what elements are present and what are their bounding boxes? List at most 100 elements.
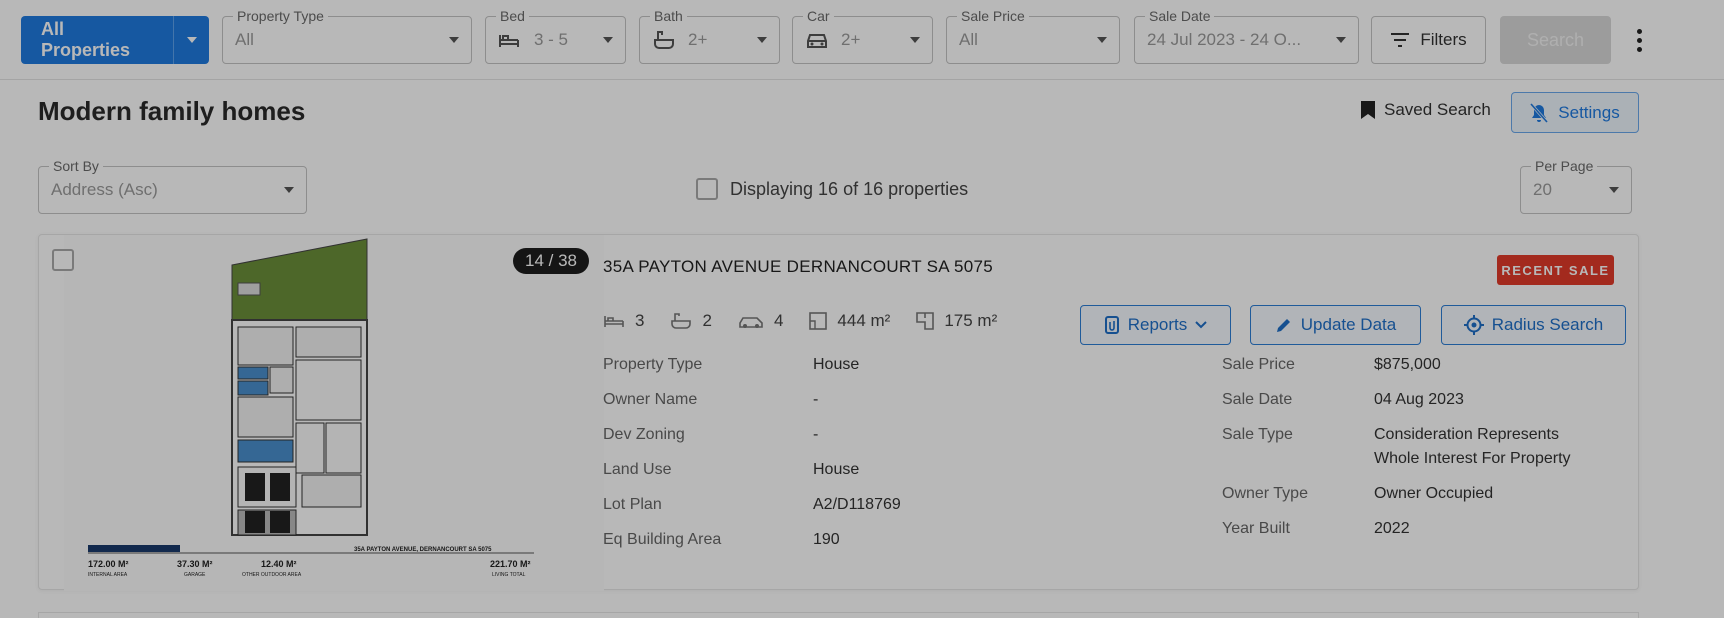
floor-area-feature: 175 m²	[916, 311, 997, 331]
recent-sale-badge: RECENT SALE	[1497, 255, 1614, 285]
bed-select[interactable]: Bed 3 - 5	[485, 8, 626, 64]
detail-value: House	[813, 461, 860, 478]
property-features: 3 2 4 444 m² 175 m²	[603, 311, 1023, 331]
crosshair-icon	[1463, 315, 1484, 335]
filters-button[interactable]: Filters	[1371, 16, 1486, 64]
floorplan-total-label: LIVING TOTAL	[492, 572, 526, 578]
detail-row: Year Built 2022	[1222, 517, 1604, 552]
baths-count: 2	[702, 311, 712, 330]
property-type-label: Property Type	[233, 8, 328, 24]
floor-plan-icon	[916, 312, 935, 330]
land-area-value: 444 m²	[837, 311, 891, 330]
image-counter: 14 / 38	[513, 248, 589, 274]
detail-value: House	[813, 356, 860, 373]
select-all-checkbox[interactable]	[696, 178, 718, 200]
floorplan-garage-label: GARAGE	[184, 572, 206, 578]
all-properties-split-button: All Properties	[21, 16, 209, 64]
chevron-down-icon	[1195, 321, 1207, 329]
detail-value: -	[813, 391, 819, 408]
bath-select[interactable]: Bath 2+	[639, 8, 780, 64]
per-page-label: Per Page	[1531, 158, 1598, 174]
bath-icon	[671, 313, 692, 329]
floorplan-total-area: 221.70 M²	[490, 559, 531, 569]
sort-by-select[interactable]: Sort By Address (Asc)	[38, 158, 307, 214]
property-address[interactable]: 35A PAYTON AVENUE DERNANCOURT SA 5075	[603, 257, 993, 277]
car-icon	[739, 317, 763, 328]
sale-date-select[interactable]: Sale Date 24 Jul 2023 - 24 O...	[1134, 8, 1359, 64]
floor-area-value: 175 m²	[944, 311, 998, 330]
floorplan-address: 35A PAYTON AVENUE, DERNANCOURT SA 5075	[354, 547, 492, 553]
detail-row: Sale Date 04 Aug 2023	[1222, 388, 1604, 423]
reports-button[interactable]: Reports	[1080, 305, 1231, 345]
detail-label: Property Type	[603, 356, 703, 373]
filters-button-label: Filters	[1420, 30, 1467, 49]
property-details-right: Sale Price $875,000 Sale Date 04 Aug 2023 …	[1222, 353, 1604, 552]
detail-value: 04 Aug 2023	[1374, 391, 1464, 408]
detail-value: A2/D118769	[813, 496, 901, 513]
all-properties-dropdown-button[interactable]	[173, 16, 209, 64]
detail-row: Eq Building Area 190	[603, 528, 901, 563]
property-card: 35A PAYTON AVENUE, DERNANCOURT SA 5075 1…	[38, 234, 1639, 591]
chevron-down-icon	[1336, 37, 1346, 43]
property-select-checkbox[interactable]	[52, 249, 74, 271]
bookmark-icon	[1361, 101, 1375, 119]
detail-value: -	[813, 426, 819, 443]
sale-date-label: Sale Date	[1145, 8, 1215, 24]
land-area-icon	[809, 312, 828, 330]
sort-by-value: Address (Asc)	[51, 180, 158, 199]
detail-value: $875,000	[1374, 356, 1441, 373]
sale-price-select[interactable]: Sale Price All	[946, 8, 1120, 64]
property-type-select[interactable]: Property Type All	[222, 8, 472, 64]
chevron-down-icon	[603, 37, 613, 43]
floorplan-outdoor-label: OTHER OUTDOOR AREA	[242, 572, 302, 578]
saved-search-link[interactable]: Saved Search	[1360, 100, 1491, 120]
floorplan-image: 35A PAYTON AVENUE, DERNANCOURT SA 5075 1…	[88, 238, 534, 578]
report-clip-icon	[1104, 316, 1119, 334]
filter-icon	[1391, 33, 1410, 47]
detail-row: Sale Price $875,000	[1222, 353, 1604, 388]
all-properties-button[interactable]: All Properties	[21, 16, 173, 64]
car-icon	[805, 29, 831, 51]
detail-row: Dev Zoning -	[603, 423, 901, 458]
floorplan-outdoor-area: 12.40 M²	[261, 559, 297, 569]
more-options-icon[interactable]	[1630, 26, 1648, 54]
update-data-button[interactable]: Update Data	[1250, 305, 1421, 345]
radius-search-button[interactable]: Radius Search	[1441, 305, 1626, 345]
detail-label: Eq Building Area	[603, 531, 722, 548]
car-select[interactable]: Car 2+	[792, 8, 933, 64]
saved-search-label: Saved Search	[1384, 100, 1491, 119]
floorplan-garage-area: 37.30 M²	[177, 559, 213, 569]
next-property-card	[38, 612, 1639, 618]
radius-search-label: Radius Search	[1491, 315, 1604, 334]
detail-value: 2022	[1374, 520, 1410, 537]
bed-label: Bed	[496, 8, 529, 24]
property-details-left: Property Type House Owner Name - Dev Zonin…	[603, 353, 901, 563]
detail-label: Owner Name	[603, 391, 698, 408]
floorplan-internal-area: 172.00 M²	[88, 559, 129, 569]
per-page-value: 20	[1533, 180, 1552, 199]
detail-label: Sale Type	[1222, 426, 1293, 443]
sale-price-label: Sale Price	[957, 8, 1029, 24]
pencil-icon	[1276, 319, 1290, 332]
settings-button[interactable]: Settings	[1511, 92, 1639, 133]
detail-label: Sale Price	[1222, 356, 1295, 373]
per-page-select[interactable]: Per Page 20	[1520, 158, 1632, 214]
detail-row: Property Type House	[603, 353, 901, 388]
detail-value: Consideration Represents Whole Interest …	[1374, 426, 1571, 467]
filter-bar: All Properties Property Type All Bed 3 -…	[0, 0, 1724, 80]
baths-feature: 2	[670, 311, 712, 331]
search-button[interactable]: Search	[1500, 16, 1611, 64]
detail-row: Owner Name -	[603, 388, 901, 423]
bath-label: Bath	[650, 8, 687, 24]
property-image-floorplan[interactable]: 35A PAYTON AVENUE, DERNANCOURT SA 5075 1…	[64, 235, 604, 591]
chevron-down-icon	[449, 37, 459, 43]
chevron-down-icon	[1097, 37, 1107, 43]
detail-label: Sale Date	[1222, 391, 1293, 408]
detail-value: Owner Occupied	[1374, 485, 1494, 502]
sale-date-value: 24 Jul 2023 - 24 O...	[1147, 30, 1302, 49]
chevron-down-icon	[284, 187, 294, 193]
detail-row: Owner Type Owner Occupied	[1222, 482, 1604, 517]
notifications-off-icon	[1530, 102, 1549, 123]
car-value: 2+	[841, 30, 861, 49]
chevron-down-icon	[186, 37, 197, 43]
